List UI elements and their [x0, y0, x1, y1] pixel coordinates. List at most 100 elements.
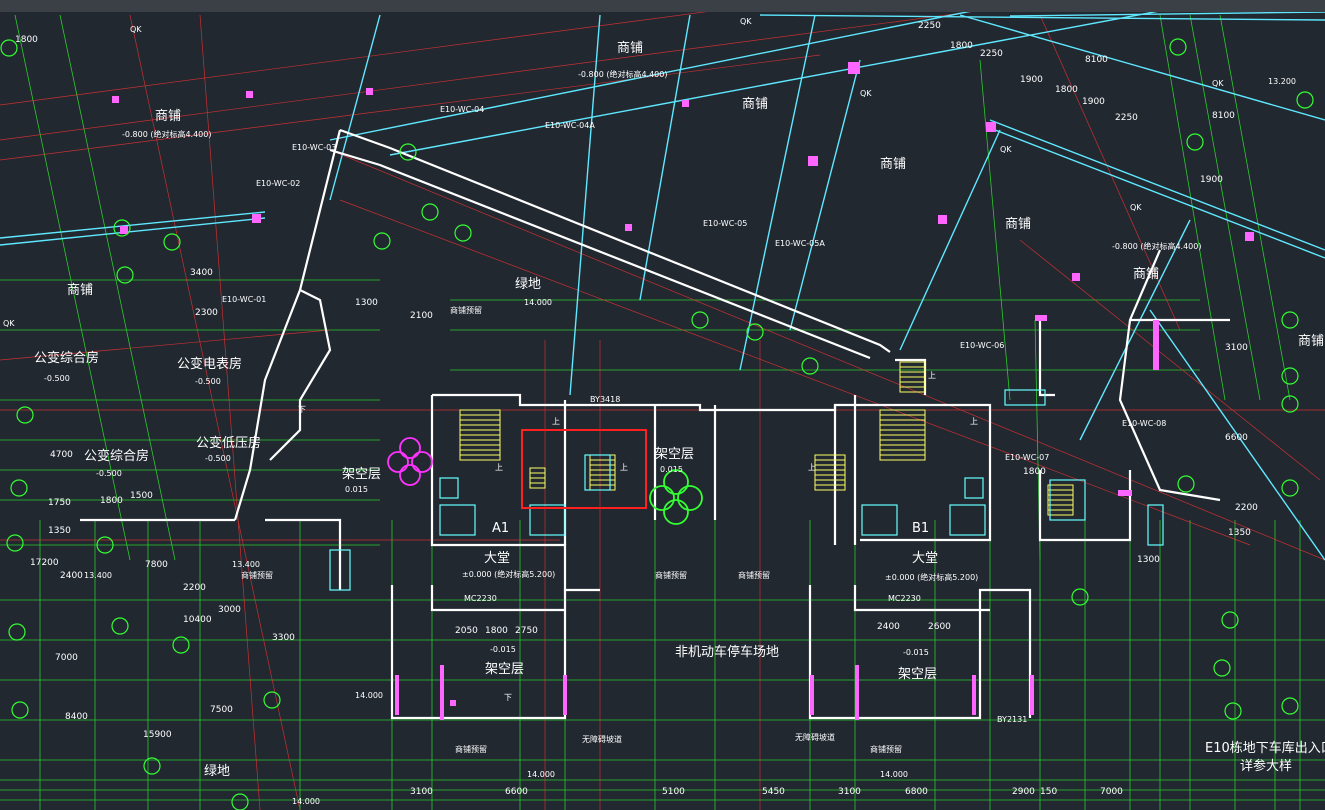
label-substation: 公变综合房: [34, 350, 99, 366]
stair-up: 上: [620, 463, 628, 472]
qk-label: QK: [130, 25, 142, 34]
dimension-value: 3000: [218, 605, 241, 615]
wc-label: E10-WC-05A: [775, 239, 825, 248]
dimension-value: 1750: [48, 498, 71, 508]
elev: ±0.000 (绝对标高5.200): [462, 569, 555, 579]
label-green: 绿地: [515, 277, 541, 292]
dimension-value: 2400: [877, 622, 900, 632]
dimension-value: 2300: [195, 308, 218, 318]
dimension-value: 7500: [210, 705, 233, 715]
dimension-value: 150: [1040, 787, 1057, 797]
dimension-value: 1900: [1082, 97, 1105, 107]
dimension-value: 1800: [100, 496, 123, 506]
level: 14.000: [355, 691, 383, 700]
label-shop: 商铺: [67, 283, 93, 298]
stair-up: 上: [552, 417, 560, 426]
dimension-value: 1300: [355, 298, 378, 308]
dimension-value: 1800: [1023, 467, 1046, 477]
dimension-value: 2400: [60, 571, 83, 581]
elev: -0.500: [205, 454, 231, 463]
elev: ±0.000 (绝对标高5.200): [885, 572, 978, 582]
dimension-value: 2900: [1012, 787, 1035, 797]
dimension-value: 10400: [183, 615, 212, 625]
qk-label: QK: [3, 319, 15, 328]
label-stilt: 架空层: [342, 467, 381, 482]
dimension-value: 1800: [950, 41, 973, 51]
dimension-value: 2600: [928, 622, 951, 632]
dimension-value: 7000: [1100, 787, 1123, 797]
dimension-value: 5100: [662, 787, 685, 797]
dimension-value: 7000: [55, 653, 78, 663]
dimension-value: 17200: [30, 558, 59, 568]
dimension-value: 6600: [505, 787, 528, 797]
dimension-value: 2200: [1235, 503, 1258, 513]
dimension-value: 6600: [1225, 433, 1248, 443]
ramp-label: 无障碍坡道: [582, 734, 622, 744]
wc-label: E10-WC-08: [1122, 419, 1166, 428]
stair-up: 上: [495, 463, 503, 472]
dimension-value: 8100: [1212, 111, 1235, 121]
dimension-value: 2750: [515, 626, 538, 636]
level: 13.400: [84, 571, 112, 580]
dimension-value: 4700: [50, 450, 73, 460]
level: 14.000: [880, 770, 908, 779]
reserve-label: 商铺预留: [655, 570, 687, 580]
dimension-value: 5450: [762, 787, 785, 797]
dimension-value: 3100: [838, 787, 861, 797]
dimension-value: 1350: [1228, 528, 1251, 538]
dimension-value: 2050: [455, 626, 478, 636]
dimension-value: 1900: [1020, 75, 1043, 85]
label-shop: 商铺: [880, 157, 906, 172]
qk-label: QK: [1130, 203, 1142, 212]
elev: -0.800 (绝对标高4.400): [578, 69, 667, 79]
elev: -0.800 (绝对标高4.400): [122, 129, 211, 139]
label-low-voltage: 公变低压房: [196, 435, 261, 451]
label-substation: 公变综合房: [84, 448, 149, 464]
wc-label: E10-WC-03: [292, 143, 336, 152]
level: 13.200: [1268, 77, 1296, 86]
elev: -0.015: [490, 645, 516, 654]
dimension-value: 8400: [65, 712, 88, 722]
elev: -0.500: [44, 374, 70, 383]
label-stilt: 架空层: [898, 667, 937, 682]
qk-label: QK: [860, 89, 872, 98]
qk-label: QK: [740, 17, 752, 26]
wc-label: E10-WC-04: [440, 105, 484, 114]
label-shop: 商铺: [617, 41, 643, 56]
dimension-value: 1800: [1055, 85, 1078, 95]
reserve-label: 商铺预留: [450, 305, 482, 315]
mc-label: MC2230: [888, 594, 921, 603]
level: 14.000: [527, 770, 555, 779]
dimension-value: 2200: [183, 583, 206, 593]
cad-drawing-canvas[interactable]: 商铺 商铺 商铺 商铺 商铺 商铺 商铺 商铺 绿地 绿地 架空层 架空层 架空…: [0, 12, 1325, 810]
reserve-label: 商铺预留: [738, 570, 770, 580]
label-bike-parking: 非机动车停车场地: [675, 644, 779, 660]
reserve-label: 商铺预留: [241, 570, 273, 580]
level: 14.000: [292, 797, 320, 806]
dimension-value: 2100: [410, 311, 433, 321]
elev: -0.500: [195, 377, 221, 386]
wc-label: E10-WC-07: [1005, 453, 1049, 462]
stair-up: 上: [970, 417, 978, 426]
label-shop: 商铺: [1005, 217, 1031, 232]
dimension-value: 2250: [980, 49, 1003, 59]
label-green: 绿地: [204, 764, 230, 779]
ramp-label: 无障碍坡道: [795, 732, 835, 742]
label-shop: 商铺: [1133, 267, 1159, 282]
dimension-value: 8100: [1085, 55, 1108, 65]
qk-label: QK: [1000, 145, 1012, 154]
label-stilt: 架空层: [655, 447, 694, 462]
level: 14.000: [524, 298, 552, 307]
dimension-value: 2250: [1115, 113, 1138, 123]
label-unit-a1: A1: [492, 521, 509, 536]
label-shop: 商铺: [155, 109, 181, 124]
label-stilt: 架空层: [485, 662, 524, 677]
dimension-value: 3300: [272, 633, 295, 643]
qk-label: QK: [1212, 79, 1224, 88]
dimension-value: 1800: [485, 626, 508, 636]
dimension-value: 3100: [1225, 343, 1248, 353]
level: 13.400: [232, 560, 260, 569]
elev: -0.015: [903, 648, 929, 657]
garage-entrance-note: E10栋地下车库出入口: [1205, 740, 1325, 756]
label-unit-b1: B1: [912, 521, 929, 536]
